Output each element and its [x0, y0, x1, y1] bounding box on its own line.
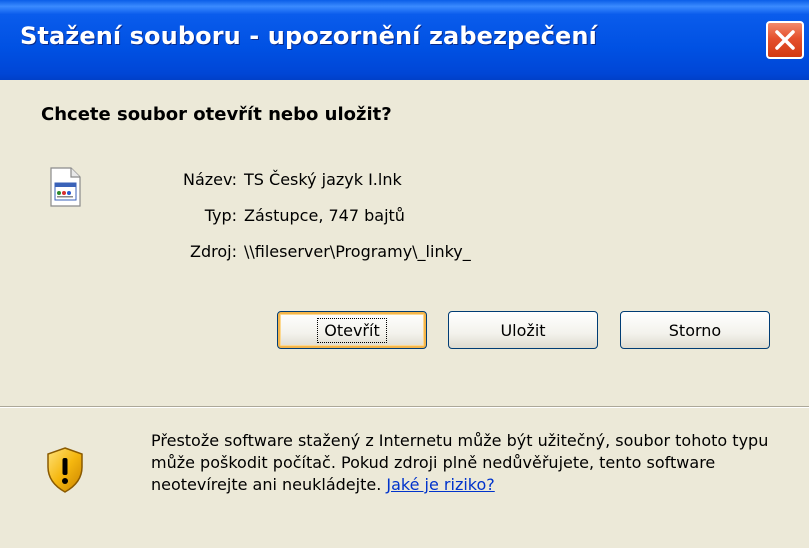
dialog-question: Chcete soubor otevřít nebo uložit? — [41, 104, 392, 125]
separator — [0, 406, 809, 408]
open-button-label: Otevřít — [317, 317, 387, 343]
source-label: Zdroj: — [190, 242, 237, 261]
file-source: \\fileserver\Programy\_linky_ — [244, 242, 471, 261]
type-label-cell: Typ: — [130, 206, 237, 228]
security-warning: Přestože software stažený z Internetu mů… — [151, 430, 781, 496]
close-button[interactable] — [766, 21, 804, 59]
shortcut-file-icon — [50, 167, 81, 207]
name-label: Název: — [183, 170, 237, 189]
close-icon — [775, 30, 795, 50]
cancel-button[interactable]: Storno — [620, 311, 770, 349]
window-title: Stažení souboru - upozornění zabezpečení — [20, 22, 597, 50]
type-label: Typ: — [204, 206, 237, 225]
risk-link[interactable]: Jaké je riziko? — [386, 475, 494, 494]
title-bar[interactable]: Stažení souboru - upozornění zabezpečení — [0, 0, 809, 80]
open-button[interactable]: Otevřít — [277, 311, 427, 349]
save-button[interactable]: Uložit — [448, 311, 598, 349]
name-label-cell: Název: — [130, 170, 237, 192]
cancel-button-label: Storno — [668, 320, 722, 340]
source-label-cell: Zdroj: — [130, 242, 237, 264]
save-button-label: Uložit — [500, 320, 546, 340]
file-type: Zástupce, 747 bajtů — [244, 206, 405, 225]
file-name: TS Český jazyk I.lnk — [244, 170, 402, 189]
security-shield-icon — [47, 447, 83, 493]
